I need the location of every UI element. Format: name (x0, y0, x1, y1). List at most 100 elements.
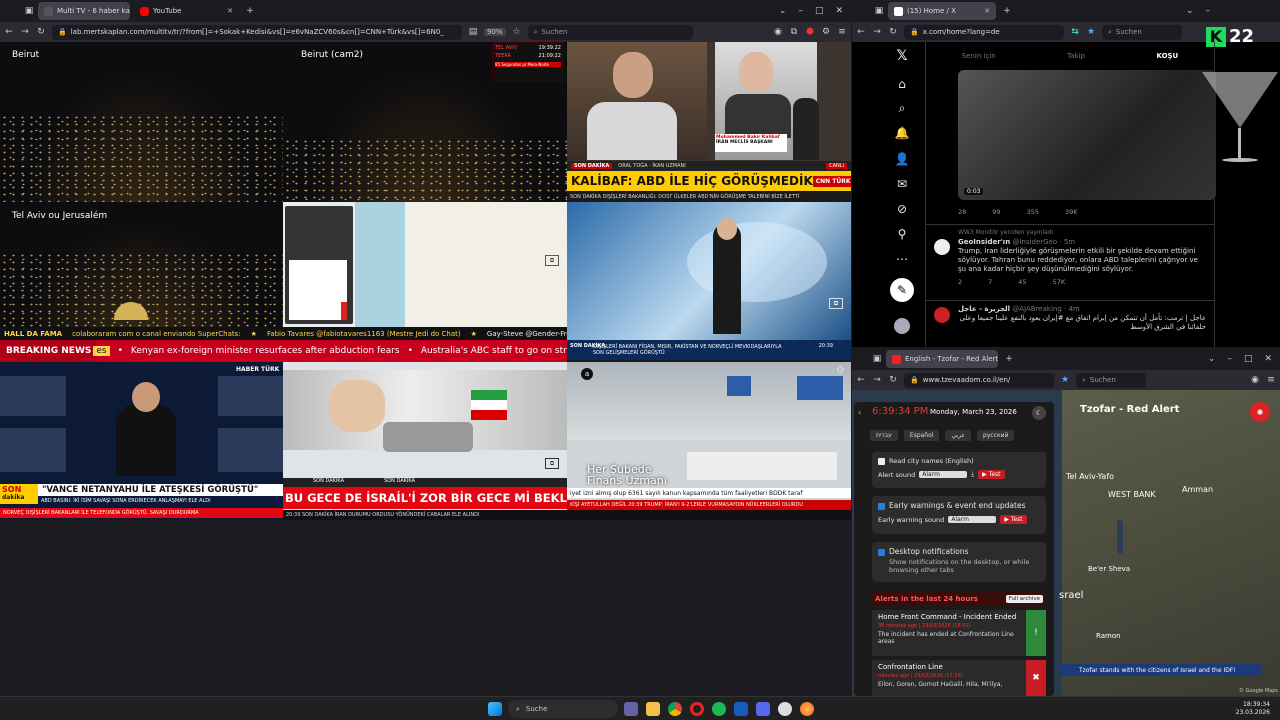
search-bar[interactable]: ⌕ Suchen (1076, 372, 1146, 388)
avatar[interactable] (894, 318, 910, 334)
reload-icon[interactable]: ↻ (888, 375, 898, 385)
author-handle[interactable]: @InsiderGeo · 5m (1012, 238, 1075, 246)
new-tab-icon[interactable]: + (245, 6, 255, 16)
stream-haber-global[interactable]: ⧉ SON DAKİKA SON DAKİKA BU GECE DE İSRAİ… (283, 362, 567, 520)
tweet[interactable]: الجزيرة - عاجل @AJABreaking · 4m عاجل | … (926, 300, 1214, 347)
maximize-icon[interactable]: □ (815, 6, 824, 16)
full-archive-button[interactable]: Full archive (1005, 595, 1043, 603)
tab-for-you[interactable]: Senin için (962, 52, 996, 60)
explore-icon[interactable]: ⌕ (894, 100, 910, 116)
grok-icon[interactable]: ⊘ (894, 201, 910, 217)
bookmark-star-icon[interactable]: ★ (1060, 375, 1070, 385)
search-bar[interactable]: ⌕ Suchen (1102, 24, 1182, 40)
forward-icon[interactable]: → (872, 375, 882, 385)
stream-beirut[interactable]: Beirut (0, 42, 283, 202)
alert-sound-select[interactable]: Alarm (919, 471, 968, 478)
author-name[interactable]: الجزيرة - عاجل (958, 305, 1010, 313)
forward-icon[interactable]: → (20, 27, 30, 37)
repost-count[interactable]: 7 (988, 278, 992, 286)
minimize-icon[interactable]: – (1227, 354, 1232, 364)
follow-icon[interactable]: 👤 (894, 151, 910, 167)
url-bar[interactable]: 🔒 x.com/home?lang=de (904, 24, 1064, 40)
stream-telaviv[interactable]: Tel Aviv ou Jerusalém (0, 202, 283, 327)
back-icon[interactable]: ← (856, 27, 866, 37)
settings-gear-icon[interactable]: ⚙ (836, 365, 845, 376)
profile-icon[interactable]: ⚲ (894, 226, 910, 242)
more-icon[interactable]: ⋯ (894, 251, 910, 267)
close-window-icon[interactable]: ✕ (835, 6, 843, 16)
word-icon[interactable] (734, 702, 748, 716)
lang-hebrew[interactable]: עברית (870, 430, 898, 441)
new-tab-icon[interactable]: + (1002, 6, 1012, 16)
x-logo-icon[interactable]: 𝕏 (894, 48, 910, 64)
early-sound-select[interactable]: Alarm (948, 516, 997, 523)
stream-a-haber[interactable]: a Her Şubede Finans Uzmanı iyet izni alm… (567, 362, 851, 520)
collapse-icon[interactable]: ‹ (858, 408, 861, 417)
tweet[interactable]: WW3 Monitör yeniden yayınladı GeoInsider… (926, 224, 1214, 296)
menu-icon[interactable]: ≡ (1266, 375, 1276, 385)
early-test-button[interactable]: ▶ Test (1000, 515, 1027, 524)
github-icon[interactable] (778, 702, 792, 716)
windows-start-icon[interactable] (488, 702, 502, 716)
back-icon[interactable]: ← (856, 375, 866, 385)
notifications-icon[interactable]: 🔔 (894, 125, 910, 141)
repost-count[interactable]: 99 (992, 208, 1000, 216)
chrome-icon[interactable] (668, 702, 682, 716)
search-bar[interactable]: ⌕ Suchen (527, 24, 693, 40)
forward-icon[interactable]: → (872, 27, 882, 37)
views-count[interactable]: 39K (1065, 208, 1078, 216)
teams-icon[interactable] (624, 702, 638, 716)
desktop-notifications-checkbox[interactable] (878, 548, 885, 556)
url-bar[interactable]: 🔒 lab.mertskaplan.com/multitv/tr/?from[]… (52, 24, 462, 40)
taskbar-search[interactable]: ⌕ Suche (508, 700, 618, 718)
file-explorer-icon[interactable] (646, 702, 660, 716)
list-tabs-icon[interactable]: ⌄ (779, 6, 787, 16)
minimize-icon[interactable]: – (798, 6, 803, 16)
views-count[interactable]: 57K (1053, 278, 1066, 286)
stream-cnn-turk[interactable]: Muhammed Bakır Kalibaf İRAN MECLİS BAŞKA… (567, 42, 851, 202)
stream-map[interactable]: ⧉ (283, 202, 567, 327)
lang-spanish[interactable]: Español (903, 430, 940, 441)
pip-icon[interactable]: ⧉ (545, 255, 559, 266)
close-tab-icon[interactable]: ✕ (978, 7, 990, 15)
new-tab-icon[interactable]: + (1004, 354, 1014, 364)
lang-russian[interactable]: русский (977, 430, 1015, 441)
pip-icon[interactable]: ⧉ (545, 458, 559, 469)
stream-haberturk[interactable]: HABER TÜRK SON dakika "VANCE NETANYAHU İ… (0, 362, 283, 520)
tab-tzofar[interactable]: English - Tzofar - Red Alert ✕ (886, 350, 998, 368)
stream-beirut-cam2[interactable]: Beirut (cam2) TEL AVIV 19:39:22 TEERÃ 21:0… (283, 42, 567, 202)
messages-icon[interactable]: ✉ (894, 176, 910, 192)
account-icon[interactable]: ◉ (773, 27, 783, 37)
alert-card[interactable]: Confrontation Line minutes ago | 23/03/2… (872, 660, 1046, 696)
download-icon[interactable]: ⤓ (971, 470, 974, 479)
extension-icon[interactable]: ⧉ (789, 27, 799, 37)
list-tabs-icon[interactable]: ⌄ (1208, 354, 1216, 364)
post-button-icon[interactable]: ✎ (890, 278, 914, 302)
system-clock[interactable]: 18:39:34 23.03.2026 (1236, 701, 1270, 717)
author-name[interactable]: GeoInsider'ın (958, 238, 1010, 246)
home-icon[interactable]: ⌂ (894, 76, 910, 92)
tab-list-icon[interactable]: ▣ (24, 6, 34, 16)
like-count[interactable]: 45 (1018, 278, 1026, 286)
firefox-icon[interactable] (800, 702, 814, 716)
read-city-checkbox[interactable] (878, 457, 885, 465)
url-bar[interactable]: 🔒 www.tzevaadom.co.il/en/ (904, 372, 1054, 388)
list-tabs-icon[interactable]: ⌄ (1186, 6, 1194, 16)
reload-icon[interactable]: ↻ (888, 27, 898, 37)
tab-multitv[interactable]: Multi TV - 6 haber kanalını ✕ (38, 2, 130, 20)
minimize-icon[interactable]: – (1206, 6, 1211, 16)
opera-icon[interactable] (690, 702, 704, 716)
back-icon[interactable]: ← (4, 27, 14, 37)
discord-icon[interactable] (756, 702, 770, 716)
tab-youtube[interactable]: YouTube ✕ (134, 2, 239, 20)
tab-list-icon[interactable]: ▣ (874, 6, 884, 16)
bookmark-star-icon[interactable]: ☆ (512, 27, 522, 37)
adblock-icon[interactable]: ⬢ (805, 27, 815, 37)
stream-ntv[interactable]: ⧉ (567, 202, 851, 340)
translate-icon[interactable]: ⇆ (1070, 27, 1080, 37)
account-icon[interactable]: ◉ (1250, 375, 1260, 385)
lang-arabic[interactable]: عربي (945, 430, 972, 441)
pip-icon[interactable]: ⧉ (829, 298, 843, 309)
tab-kosu[interactable]: KOŞU (1156, 52, 1178, 60)
alert-test-button[interactable]: ▶ Test (978, 470, 1005, 479)
